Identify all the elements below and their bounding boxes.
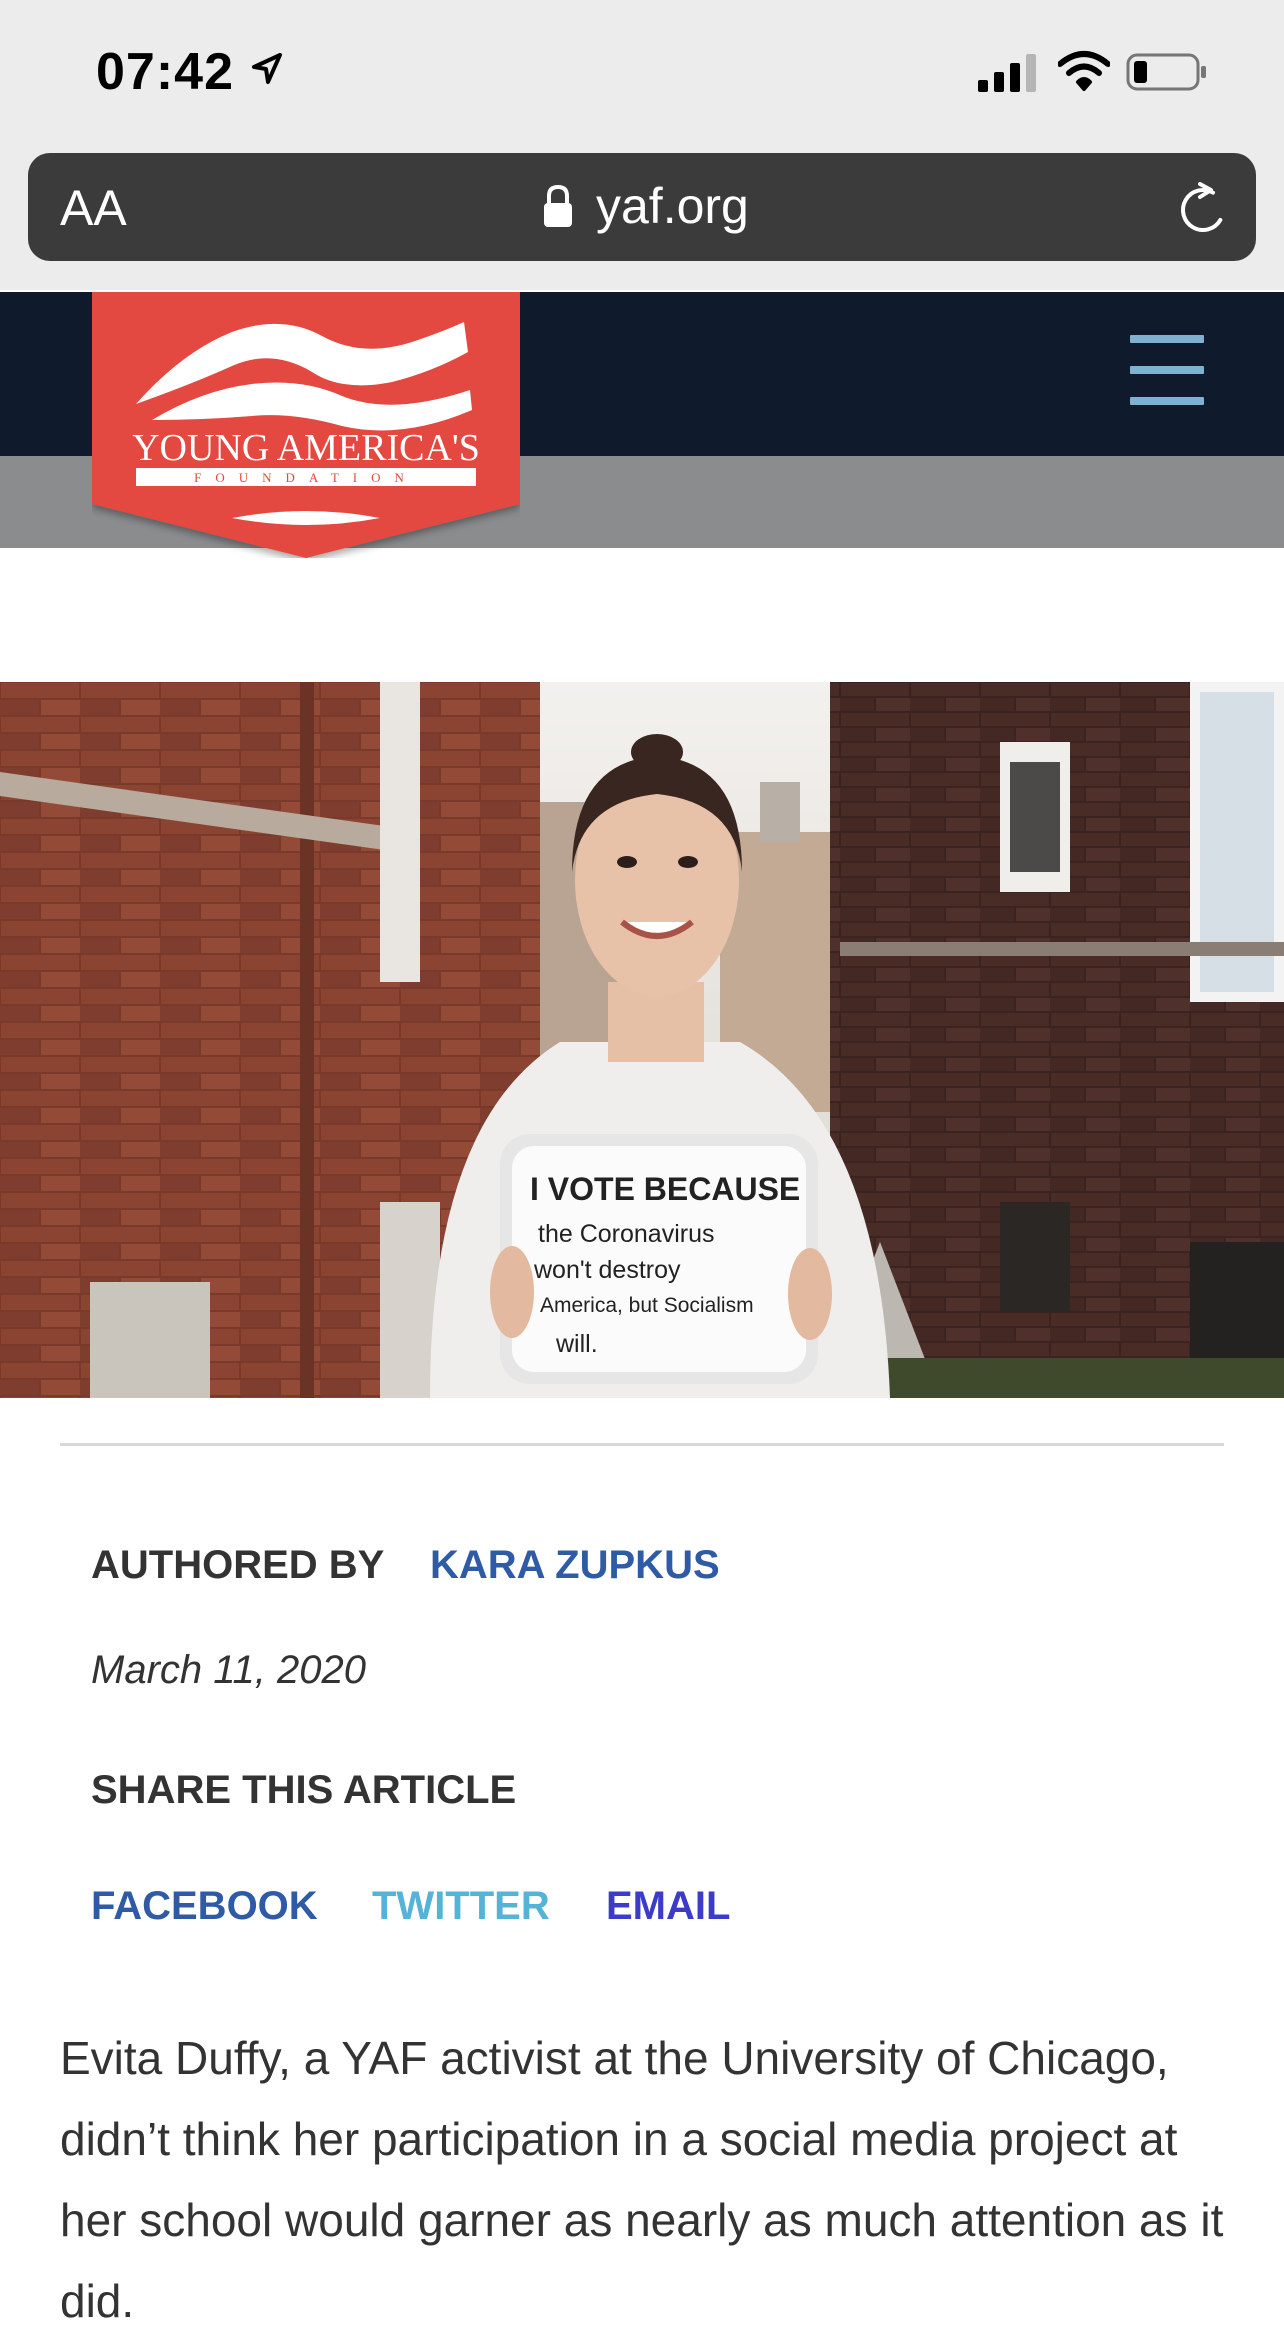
sign-heading: I VOTE BECAUSE bbox=[530, 1171, 800, 1207]
yaf-logo[interactable]: YOUNG AMERICA'S FOUNDATION bbox=[92, 292, 520, 558]
share-email-link[interactable]: EMAIL bbox=[606, 1884, 730, 1929]
divider bbox=[60, 1443, 1224, 1446]
status-time: 07:42 bbox=[96, 43, 234, 101]
sign-line-2: won't destroy bbox=[533, 1256, 681, 1284]
hamburger-menu-icon[interactable] bbox=[1130, 335, 1204, 405]
share-twitter-link[interactable]: TWITTER bbox=[372, 1884, 550, 1929]
text-size-label: AA bbox=[60, 180, 127, 236]
sign-line-3: America, but Socialism bbox=[540, 1294, 754, 1317]
authored-by-label: AUTHORED BY bbox=[91, 1543, 385, 1587]
reload-icon[interactable] bbox=[1178, 182, 1228, 234]
lock-icon bbox=[544, 184, 572, 227]
logo-subtext: FOUNDATION bbox=[194, 470, 418, 485]
share-facebook-link[interactable]: FACEBOOK bbox=[91, 1884, 318, 1929]
text-size-button[interactable]: AA bbox=[60, 180, 127, 236]
sign-line-1: the Coronavirus bbox=[538, 1220, 714, 1248]
share-label: SHARE THIS ARTICLE bbox=[91, 1768, 517, 1812]
battery-icon bbox=[1126, 53, 1206, 91]
sign-line-4: will. bbox=[555, 1330, 598, 1358]
cellular-signal-icon bbox=[978, 54, 1036, 92]
location-arrow-icon bbox=[252, 53, 282, 84]
hero-image: I VOTE BECAUSE the Coronavirus won't des… bbox=[0, 682, 1284, 1398]
article-paragraph: Evita Duffy, a YAF activist at the Unive… bbox=[60, 2032, 1224, 2327]
publish-date: March 11, 2020 bbox=[91, 1648, 366, 1692]
author-link[interactable]: KARA ZUPKUS bbox=[430, 1543, 720, 1588]
wifi-icon bbox=[1058, 51, 1110, 91]
url-text[interactable]: yaf.org bbox=[596, 176, 749, 236]
logo-text: YOUNG AMERICA'S bbox=[132, 427, 480, 469]
